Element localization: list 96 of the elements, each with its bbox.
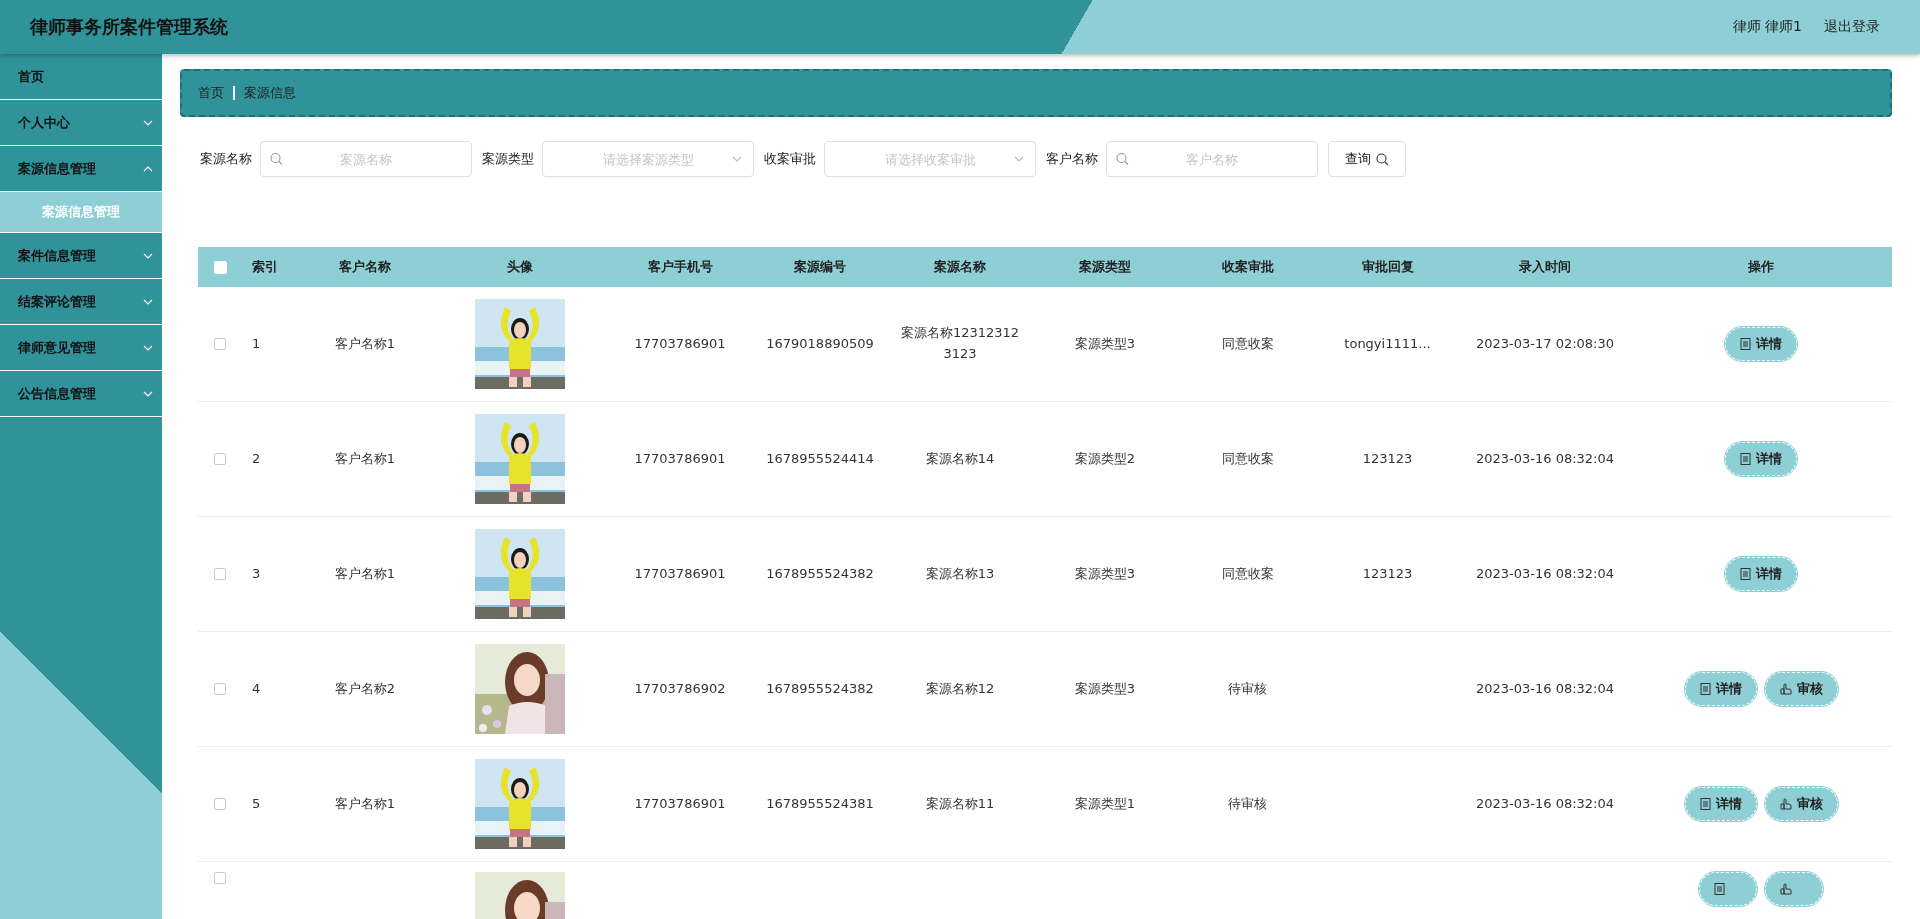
table-cell-text: 案源类型3 bbox=[1073, 679, 1137, 698]
detail-button[interactable]: 详情 bbox=[1725, 327, 1797, 361]
table-cell-text: 客户名称1 bbox=[333, 449, 397, 468]
row-checkbox[interactable] bbox=[214, 798, 226, 810]
column-header: 头像 bbox=[506, 258, 534, 276]
table-cell-text: 2 bbox=[251, 449, 262, 468]
table-cell-text: 1678955524381 bbox=[765, 794, 875, 813]
field-label: 客户名称 bbox=[1046, 150, 1098, 168]
table-cell-text: tongyi1111... bbox=[1343, 334, 1432, 353]
table-cell-text: 案源名称11 bbox=[924, 794, 996, 813]
table-cell-text: 3 bbox=[251, 564, 262, 583]
table-cell-text: 2023-03-16 08:32:04 bbox=[1474, 679, 1616, 698]
table-cell-text: 1678955524414 bbox=[765, 449, 875, 468]
detail-button[interactable]: 详情 bbox=[1725, 557, 1797, 591]
table-cell-text: 同意收案 bbox=[1220, 334, 1275, 353]
table-cell-text: 同意收案 bbox=[1220, 449, 1275, 468]
select-all-checkbox[interactable] bbox=[213, 260, 227, 274]
field-label: 案源类型 bbox=[482, 150, 534, 168]
column-header: 审批回复 bbox=[1360, 258, 1415, 276]
hand-icon bbox=[1780, 883, 1792, 895]
search-icon bbox=[1376, 152, 1389, 166]
table-cell-text: 客户名称1 bbox=[333, 334, 397, 353]
table-cell-text: 17703786901 bbox=[633, 794, 727, 813]
detail-button[interactable]: 详情 bbox=[1684, 787, 1757, 821]
column-header: 索引 bbox=[251, 258, 279, 276]
detail-button[interactable]: 详情 bbox=[1725, 442, 1797, 476]
table-cell-text: 1678955524382 bbox=[765, 564, 875, 583]
app-title: 律师事务所案件管理系统 bbox=[30, 15, 228, 39]
search-field[interactable]: 客户名称 bbox=[1106, 141, 1318, 177]
search-button[interactable]: 查询 bbox=[1328, 141, 1406, 177]
table-cell-text: 案源名称123123123123 bbox=[899, 324, 1021, 363]
breadcrumb-link[interactable]: 首页 bbox=[198, 84, 224, 102]
column-header: 收案审批 bbox=[1220, 258, 1275, 276]
search-field[interactable]: 案源名称 bbox=[260, 141, 472, 177]
hand-icon bbox=[1779, 798, 1792, 810]
field-label: 案源名称 bbox=[200, 150, 252, 168]
table-cell-text: 17703786901 bbox=[633, 564, 727, 583]
row-checkbox[interactable] bbox=[214, 568, 226, 580]
row-checkbox[interactable] bbox=[214, 872, 226, 884]
table-cell-text: 同意收案 bbox=[1220, 564, 1275, 583]
column-header: 操作 bbox=[1747, 258, 1775, 276]
table-cell-text: 17703786901 bbox=[633, 449, 727, 468]
column-header: 客户手机号 bbox=[646, 258, 714, 276]
table-cell-text: 2023-03-16 08:32:04 bbox=[1474, 449, 1616, 468]
column-header: 案源名称 bbox=[933, 258, 987, 276]
row-checkbox[interactable] bbox=[214, 683, 226, 695]
column-header: 案源类型 bbox=[1078, 258, 1132, 276]
detail-button[interactable]: 详情 bbox=[1684, 672, 1757, 706]
search-icon bbox=[1116, 152, 1129, 166]
hand-icon bbox=[1779, 683, 1792, 695]
document-icon bbox=[1699, 798, 1711, 810]
table-cell-text: 123123 bbox=[1361, 449, 1414, 468]
table-cell-text: 客户名称2 bbox=[333, 679, 397, 698]
table-cell-text: 2023-03-16 08:32:04 bbox=[1474, 794, 1616, 813]
logout-link[interactable]: 退出登录 bbox=[1824, 18, 1880, 36]
table-cell-text: 2023-03-17 02:08:30 bbox=[1474, 334, 1616, 353]
column-header: 客户名称 bbox=[338, 258, 392, 276]
table-cell-text: 1679018890509 bbox=[765, 334, 875, 353]
document-icon bbox=[1740, 338, 1751, 350]
table-cell-text: 17703786902 bbox=[633, 679, 727, 698]
table-cell-text: 123123 bbox=[1361, 564, 1414, 583]
review-button[interactable]: 审核 bbox=[1764, 787, 1838, 821]
review-button[interactable]: 审核 bbox=[1764, 672, 1838, 706]
table-cell-text: 案源类型3 bbox=[1073, 334, 1137, 353]
table-cell-text: 客户名称1 bbox=[333, 564, 397, 583]
table-cell-text: 案源名称13 bbox=[924, 564, 996, 583]
review-button[interactable] bbox=[1765, 872, 1823, 906]
select-field[interactable]: 请选择案源类型 bbox=[542, 141, 754, 177]
field-label: 收案审批 bbox=[764, 150, 816, 168]
table-cell-text: 案源类型1 bbox=[1073, 794, 1137, 813]
table-cell-text: 案源名称14 bbox=[924, 449, 996, 468]
breadcrumb-link[interactable]: 案源信息 bbox=[244, 84, 296, 102]
document-icon bbox=[1740, 568, 1751, 580]
document-icon bbox=[1699, 683, 1711, 695]
table-cell-text: 4 bbox=[251, 679, 262, 698]
table-cell-text: 案源类型3 bbox=[1073, 564, 1137, 583]
document-icon bbox=[1740, 453, 1751, 465]
search-icon bbox=[270, 152, 283, 166]
table-cell-text: 客户名称1 bbox=[333, 794, 397, 813]
table-cell-text: 5 bbox=[251, 794, 262, 813]
table-cell-text: 待审核 bbox=[1227, 679, 1268, 698]
row-checkbox[interactable] bbox=[214, 338, 226, 350]
table-cell-text: 案源名称12 bbox=[924, 679, 996, 698]
document-icon bbox=[1714, 883, 1725, 895]
table-cell-text: 待审核 bbox=[1227, 794, 1268, 813]
table-cell-text: 1 bbox=[251, 334, 262, 353]
table-cell-text: 案源类型2 bbox=[1073, 449, 1137, 468]
user-name: 律师 律师1 bbox=[1732, 18, 1802, 36]
select-field[interactable]: 请选择收案审批 bbox=[824, 141, 1036, 177]
table-cell-text: 2023-03-16 08:32:04 bbox=[1474, 564, 1616, 583]
detail-button[interactable] bbox=[1699, 872, 1757, 906]
table-cell-text: 1678955524382 bbox=[765, 679, 875, 698]
table-cell-text: 17703786901 bbox=[633, 334, 727, 353]
column-header: 录入时间 bbox=[1518, 258, 1572, 276]
row-checkbox[interactable] bbox=[214, 453, 226, 465]
column-header: 案源编号 bbox=[793, 258, 847, 276]
